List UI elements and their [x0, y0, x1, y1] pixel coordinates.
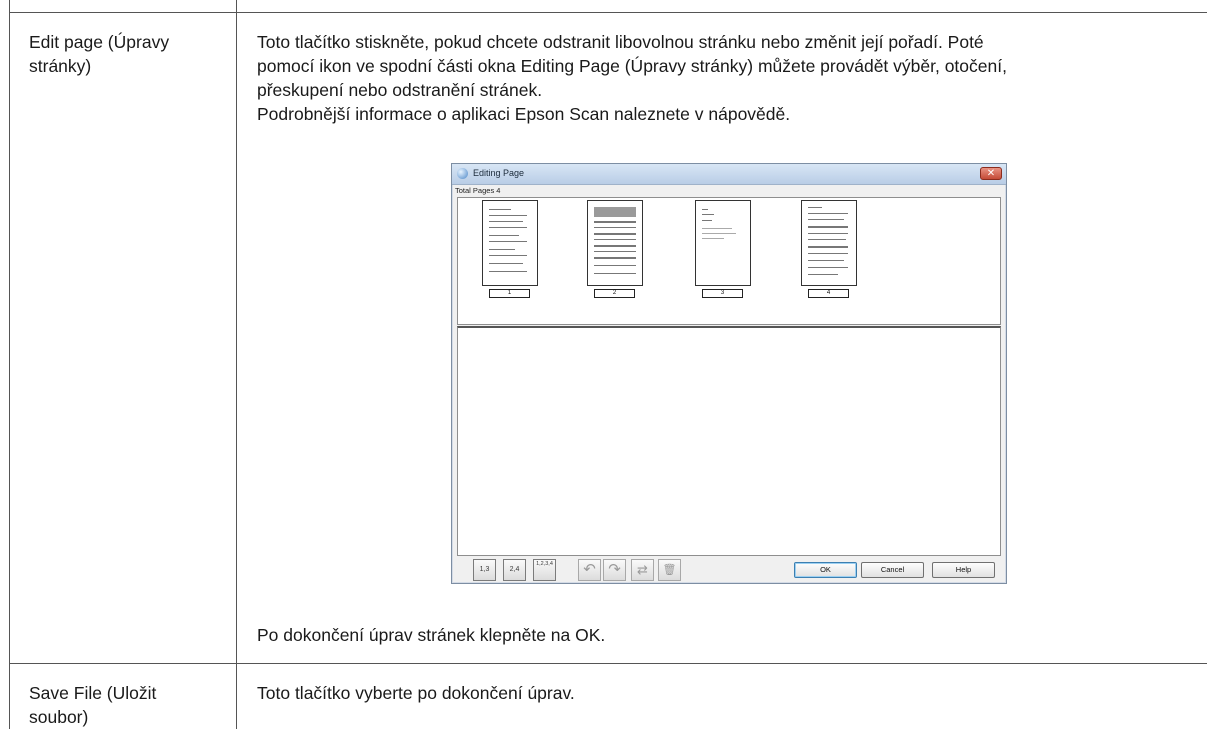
trash-icon: 🗑: [662, 564, 677, 576]
dialog-title: Editing Page: [473, 168, 525, 178]
app-icon: [457, 168, 468, 179]
rotate-left-button[interactable]: ↶: [578, 559, 601, 581]
page-number-box: 1: [489, 289, 530, 298]
page-thumbnail[interactable]: [482, 200, 538, 286]
odd-pages-icon: 1,3: [479, 566, 490, 573]
select-odd-pages-button[interactable]: 1,3: [473, 559, 496, 581]
table-column-divider: [236, 0, 237, 729]
page-thumbnail[interactable]: [695, 200, 751, 286]
table-top-border: [9, 12, 1207, 13]
even-pages-icon: 2,4: [509, 566, 520, 573]
editing-page-dialog: Editing Page ✕ Total Pages 4 1 2 3 4 1,3…: [451, 163, 1007, 584]
row2-desc-line1: Toto tlačítko vyberte po dokončení úprav…: [257, 683, 575, 703]
dialog-titlebar: Editing Page ✕: [452, 164, 1006, 185]
row2-term-line2: soubor): [29, 707, 89, 727]
reorder-icon: ⇄: [637, 562, 648, 577]
page-number-box: 4: [808, 289, 849, 298]
rotate-left-icon: ↶: [583, 561, 596, 578]
row1-desc-line3: přeskupení nebo odstranění stránek.: [257, 80, 543, 100]
page-number-box: 3: [702, 289, 743, 298]
delete-page-button[interactable]: 🗑: [658, 559, 681, 581]
row1-desc-line1: Toto tlačítko stiskněte, pokud chcete od…: [257, 32, 984, 52]
ok-button[interactable]: OK: [794, 562, 857, 578]
page-thumbnail[interactable]: [801, 200, 857, 286]
row1-desc-line2: pomocí ikon ve spodní části okna Editing…: [257, 56, 1007, 76]
row2-term-line1: Save File (Uložit: [29, 683, 157, 703]
dialog-body: Total Pages 4 1 2 3 4 1,3 2,4 1,2,3,4 ↶ …: [453, 185, 1005, 582]
select-even-pages-button[interactable]: 2,4: [503, 559, 526, 581]
row1-desc-line4: Podrobnější informace o aplikaci Epson S…: [257, 104, 791, 124]
all-pages-icon: 1,2,3,4: [536, 561, 553, 567]
help-button[interactable]: Help: [932, 562, 995, 578]
select-all-pages-button[interactable]: 1,2,3,4: [533, 559, 556, 581]
row1-term-line2: stránky): [29, 56, 92, 76]
cancel-button[interactable]: Cancel: [861, 562, 924, 578]
page-thumbnail-strip: 1 2 3 4: [457, 197, 1001, 325]
dialog-toolbar: 1,3 2,4 1,2,3,4 ↶ ↷ ⇄ 🗑 OK Cancel Help: [457, 557, 1001, 583]
row1-term-line1: Edit page (Úpravy: [29, 32, 170, 52]
reorder-button[interactable]: ⇄: [631, 559, 654, 581]
page-number-box: 2: [594, 289, 635, 298]
page-thumbnail[interactable]: [587, 200, 643, 286]
close-button[interactable]: ✕: [980, 167, 1002, 180]
table-left-border: [9, 0, 10, 729]
rotate-right-icon: ↷: [608, 561, 621, 578]
page-preview-area[interactable]: [457, 326, 1001, 556]
rotate-right-button[interactable]: ↷: [603, 559, 626, 581]
table-row-divider: [9, 663, 1207, 664]
total-pages-label: Total Pages 4: [455, 186, 501, 195]
row1-after-text: Po dokončení úprav stránek klepněte na O…: [257, 625, 606, 645]
